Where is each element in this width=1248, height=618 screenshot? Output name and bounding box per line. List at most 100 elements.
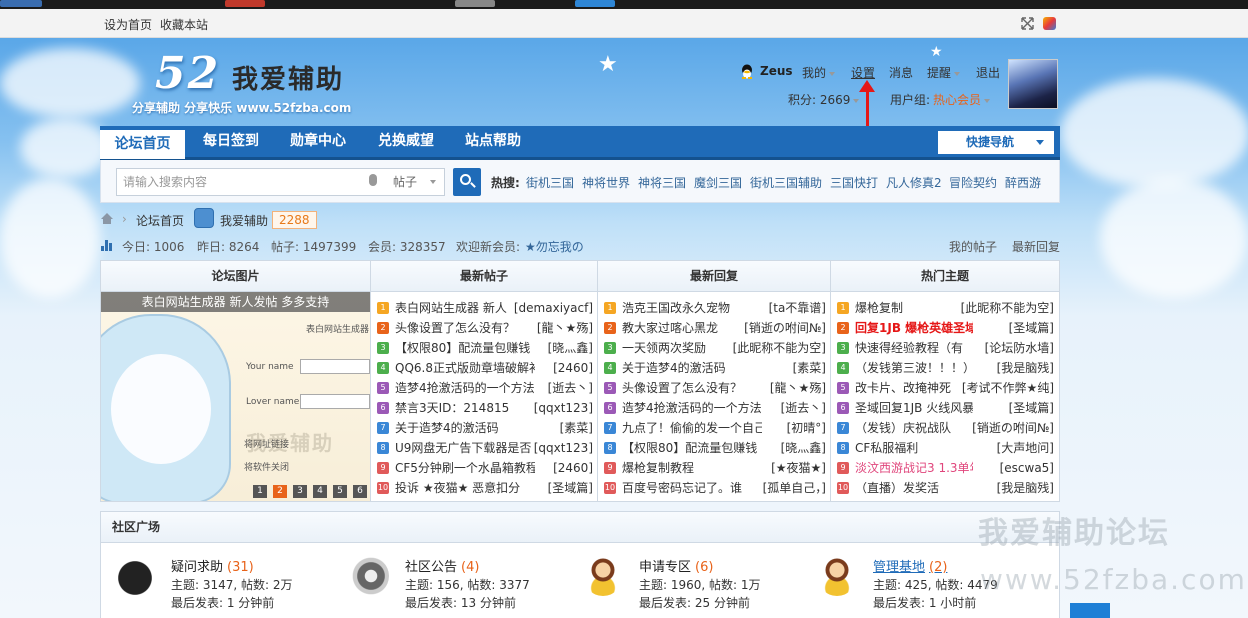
back-to-top-button[interactable]	[1070, 603, 1110, 618]
hot-search-link[interactable]: 醉西游	[1005, 174, 1041, 191]
topic-author-link[interactable]: [qqxt123]	[534, 398, 593, 418]
list-item[interactable]: 5 改卡片、改掩神死 [考试不作弊★纯]	[837, 378, 1054, 398]
hot-search-link[interactable]: 三国快打	[830, 174, 878, 191]
topic-title-link[interactable]: 投诉 ★夜猫★ 恶意扣分	[395, 478, 535, 498]
list-item[interactable]: 8 【权限80】配流量包赚钱 [晓灬鑫]	[604, 438, 826, 458]
user-group-menu[interactable]: 热心会员	[933, 91, 991, 108]
topic-title-link[interactable]: 头像设置了怎么没有？	[395, 318, 535, 338]
hot-search-link[interactable]: 凡人修真2	[886, 174, 942, 191]
list-item[interactable]: 9 CF5分钟刷一个水晶箱教程 [2460]	[377, 458, 593, 478]
topic-author-link[interactable]: [销逝の咐间№]	[972, 418, 1054, 438]
topic-title-link[interactable]: （直播）发奖活	[855, 478, 973, 498]
settings-link[interactable]: 设置	[851, 64, 875, 81]
list-item[interactable]: 5 头像设置了怎么没有？ [龍丶★殇]	[604, 378, 826, 398]
list-item[interactable]: 2 教大家过喀心黑龙 [销逝の咐间№]	[604, 318, 826, 338]
nav-daily-signin[interactable]: 每日签到	[192, 126, 270, 157]
list-item[interactable]: 9 淡汶西游战记3 1.3单年版 [escwa5]	[837, 458, 1054, 478]
topic-title-link[interactable]: QQ6.8正式版勋章墙破解补	[395, 358, 535, 378]
topic-author-link[interactable]: [ta不靠谱]	[769, 298, 826, 318]
list-item[interactable]: 9 爆枪复制教程 [★夜猫★]	[604, 458, 826, 478]
nav-medal-center[interactable]: 勋章中心	[278, 126, 358, 157]
topic-title-link[interactable]: 头像设置了怎么没有？	[622, 378, 762, 398]
nav-site-help[interactable]: 站点帮助	[454, 126, 532, 157]
topic-author-link[interactable]: [我是脑残]	[997, 478, 1054, 498]
list-item[interactable]: 8 U9网盘无广告下载器是否 [qqxt123]	[377, 438, 593, 458]
topic-title-link[interactable]: 淡汶西游战记3 1.3单年版	[855, 458, 973, 478]
topic-title-link[interactable]: 关于造梦4的激活码	[395, 418, 535, 438]
list-item[interactable]: 7 九点了！偷偷的发一个自己写 [初晴°]	[604, 418, 826, 438]
topic-title-link[interactable]: 教大家过喀心黑龙	[622, 318, 762, 338]
topic-author-link[interactable]: [qqxt123]	[534, 438, 593, 458]
list-item[interactable]: 4 （发钱第三波！！！）别 [我是脑残]	[837, 358, 1054, 378]
list-item[interactable]: 6 圣域回复1JB 火线风暴辅助 [圣域篇]	[837, 398, 1054, 418]
topic-author-link[interactable]: [demaxiyacf]	[514, 298, 593, 318]
slide-page-dot[interactable]: 1	[253, 485, 267, 498]
topic-author-link[interactable]: [我是脑残]	[997, 358, 1054, 378]
topic-author-link[interactable]: [逝去丶]	[781, 398, 826, 418]
topic-title-link[interactable]: 九点了！偷偷的发一个自己写	[622, 418, 762, 438]
newest-member-link[interactable]: ★勿忘我の	[525, 238, 584, 255]
topic-title-link[interactable]: 禁言3天ID：214815	[395, 398, 535, 418]
topic-title-link[interactable]: 浩克王国改永久宠物	[622, 298, 762, 318]
topic-author-link[interactable]: [销逝の咐间№]	[744, 318, 826, 338]
topic-author-link[interactable]: [孤单自己，]	[763, 478, 826, 498]
topic-title-link[interactable]: 爆枪复制教程	[622, 458, 762, 478]
image-slideshow[interactable]: 表白网站生成器 Your name Lover name 将网址链接 将软件关闭…	[101, 292, 370, 501]
topic-author-link[interactable]: [论坛防水墙]	[985, 338, 1054, 358]
username-link[interactable]: Zeus	[760, 64, 793, 78]
list-item[interactable]: 4 关于造梦4的激活码 [素菜]	[604, 358, 826, 378]
home-icon[interactable]	[101, 213, 114, 225]
slide-page-dot[interactable]: 6	[353, 485, 367, 498]
quick-nav-button[interactable]: 快捷导航	[938, 131, 1054, 154]
points-menu[interactable]: 积分: 2669	[788, 91, 860, 108]
list-item[interactable]: 7 （发钱）庆祝战队 [销逝の咐间№]	[837, 418, 1054, 438]
logo-title[interactable]: 我爱辅助	[232, 59, 344, 96]
topic-author-link[interactable]: [晓灬鑫]	[781, 438, 826, 458]
list-item[interactable]: 8 CF私服福利 [大声地问]	[837, 438, 1054, 458]
forum-name-link[interactable]: 管理基地 (2)	[873, 556, 947, 575]
slide-page-dot[interactable]: 4	[313, 485, 327, 498]
forum-card[interactable]: 社区公告 (4) 主题: 156, 帖数: 3377 最后发表: 13 分钟前	[349, 554, 579, 614]
topic-title-link[interactable]: 爆枪复制	[855, 298, 973, 318]
topic-title-link[interactable]: 百度号密码忘记了。谁	[622, 478, 762, 498]
slide-page-dot-active[interactable]: 2	[273, 485, 287, 498]
hot-search-link[interactable]: 街机三国辅助	[750, 174, 822, 191]
topic-author-link[interactable]: [圣域篇]	[548, 478, 593, 498]
hot-search-link[interactable]: 街机三国	[526, 174, 574, 191]
set-homepage-link[interactable]: 设为首页	[104, 16, 152, 33]
logo-number[interactable]: 52	[155, 48, 220, 99]
app-launcher-icon[interactable]	[1043, 17, 1056, 30]
topic-author-link[interactable]: [晓灬鑫]	[548, 338, 593, 358]
avatar[interactable]	[1008, 59, 1058, 109]
topic-author-link[interactable]: [龍丶★殇]	[770, 378, 826, 398]
logout-link[interactable]: 退出	[976, 64, 1000, 81]
list-item[interactable]: 1 表白网站生成器 新人 [demaxiyacf]	[377, 298, 593, 318]
forum-name-link[interactable]: 申请专区 (6)	[639, 556, 713, 575]
hot-search-link[interactable]: 神将三国	[638, 174, 686, 191]
topic-title-link[interactable]: CF私服福利	[855, 438, 973, 458]
topic-author-link[interactable]: [圣域篇]	[1009, 398, 1054, 418]
breadcrumb-home[interactable]: 论坛首页	[136, 212, 184, 229]
topic-author-link[interactable]: [圣域篇]	[1009, 318, 1054, 338]
list-item[interactable]: 6 造梦4抢激活码的一个方法 [逝去丶]	[604, 398, 826, 418]
topic-title-link[interactable]: 关于造梦4的激活码	[622, 358, 762, 378]
slide-page-dot[interactable]: 3	[293, 485, 307, 498]
reminders-menu[interactable]: 提醒	[927, 64, 961, 81]
my-menu[interactable]: 我的	[802, 64, 836, 81]
list-item[interactable]: 2 回复1JB 爆枪英雄圣域辅 [圣域篇]	[837, 318, 1054, 338]
nav-exchange-prestige[interactable]: 兑换威望	[365, 126, 447, 157]
search-button[interactable]	[453, 168, 481, 196]
breadcrumb-forum[interactable]: 我爱辅助	[220, 212, 268, 229]
topic-title-link[interactable]: （发钱）庆祝战队	[855, 418, 973, 438]
list-item[interactable]: 6 禁言3天ID：214815 [qqxt123]	[377, 398, 593, 418]
list-item[interactable]: 10 投诉 ★夜猫★ 恶意扣分 [圣域篇]	[377, 478, 593, 498]
slide-page-dot[interactable]: 5	[333, 485, 347, 498]
my-posts-link[interactable]: 我的帖子	[949, 238, 997, 255]
topic-title-link[interactable]: 【权限80】配流量包赚钱	[622, 438, 762, 458]
list-item[interactable]: 10 （直播）发奖活 [我是脑残]	[837, 478, 1054, 498]
forum-name-link[interactable]: 社区公告 (4)	[405, 556, 479, 575]
slide-caption[interactable]: 表白网站生成器 新人发帖 多多支持	[101, 292, 370, 312]
topic-author-link[interactable]: [初晴°]	[787, 418, 826, 438]
hot-search-link[interactable]: 魔剑三国	[694, 174, 742, 191]
search-type-select[interactable]: 帖子	[385, 168, 445, 196]
